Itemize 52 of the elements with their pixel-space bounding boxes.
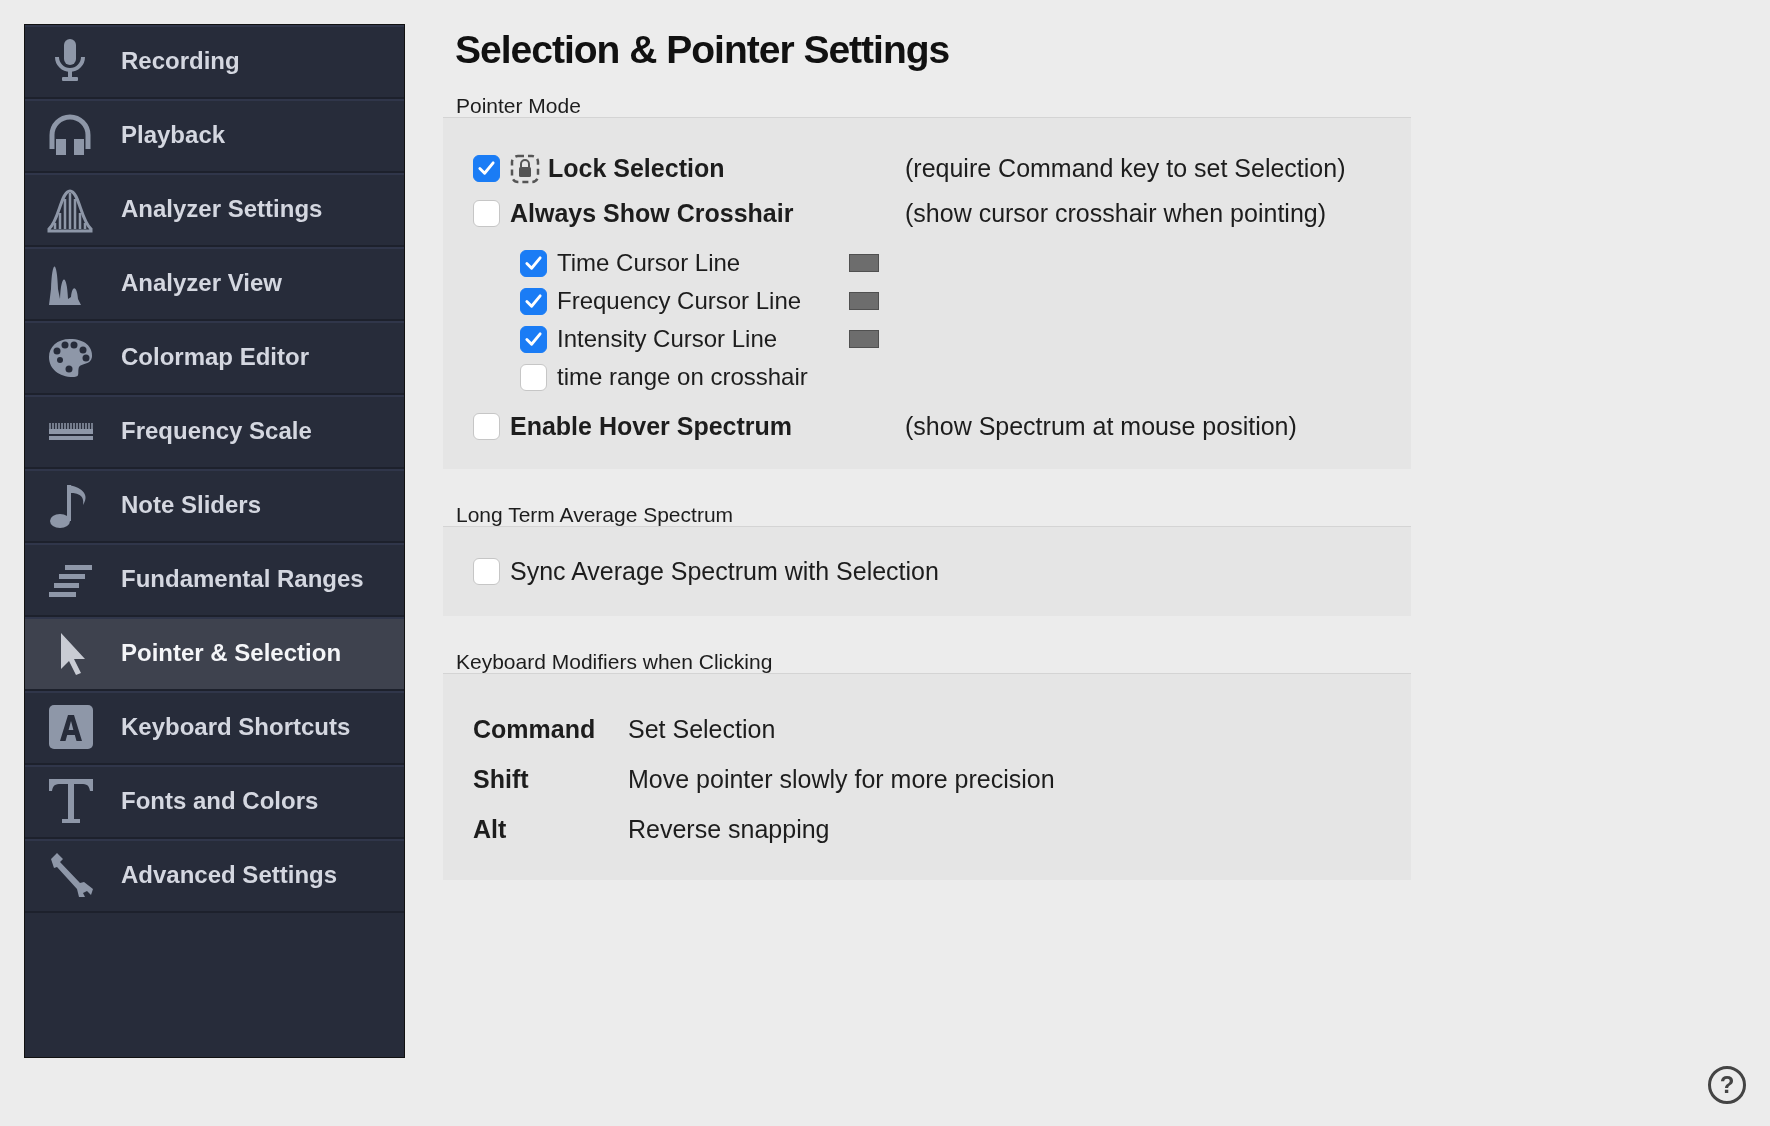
group-label: Keyboard Modifiers when Clicking [455, 650, 773, 674]
color-swatch[interactable] [849, 330, 879, 348]
option-description: (show Spectrum at mouse position) [905, 412, 1297, 441]
checkmark-icon [524, 291, 543, 311]
checkmark-icon [524, 329, 543, 349]
checkbox[interactable] [473, 155, 500, 182]
option-description: (show cursor crosshair when pointing) [905, 199, 1326, 228]
sidebar-item[interactable]: Recording [25, 25, 404, 99]
sidebar-item[interactable]: Keyboard Shortcuts [25, 691, 404, 765]
color-swatch[interactable] [849, 292, 879, 310]
checkmark-icon [524, 253, 543, 273]
modifier-key: Shift [473, 764, 628, 794]
modifier-key: Command [473, 714, 628, 744]
sidebar-item[interactable]: Analyzer Settings [25, 173, 404, 247]
group-label: Long Term Average Spectrum [455, 503, 734, 527]
option-description: (require Command key to set Selection) [905, 154, 1346, 183]
sidebar-item[interactable]: Fonts and Colors [25, 765, 404, 839]
modifier-key: Alt [473, 814, 628, 844]
checkbox[interactable] [473, 200, 500, 227]
checkbox[interactable] [473, 558, 500, 585]
option-label: Frequency Cursor Line [557, 287, 803, 315]
color-swatch[interactable] [849, 254, 879, 272]
sidebar-item[interactable]: Colormap Editor [25, 321, 404, 395]
sidebar-item[interactable]: Analyzer View [25, 247, 404, 321]
option-label: time range on crosshair [557, 363, 809, 391]
option-label: Lock Selection [548, 154, 725, 183]
option-label: Sync Average Spectrum with Selection [510, 557, 939, 586]
option-label: Intensity Cursor Line [557, 325, 779, 353]
option-label: Time Cursor Line [557, 249, 742, 277]
checkbox[interactable] [520, 249, 547, 277]
option-label: Enable Hover Spectrum [510, 412, 793, 441]
ruler-icon [47, 421, 95, 441]
page-title: Selection & Pointer Settings [455, 28, 951, 72]
checkbox[interactable] [520, 325, 547, 353]
modifier-action: Move pointer slowly for more precision [628, 764, 1055, 794]
serif-t-icon [47, 777, 95, 825]
checkbox[interactable] [520, 363, 547, 391]
help-button[interactable]: ? [1708, 1066, 1746, 1104]
sidebar-item[interactable]: Pointer & Selection [25, 617, 404, 691]
sidebar-item[interactable]: Advanced Settings [25, 839, 404, 913]
sidebar-item[interactable]: Note Sliders [25, 469, 404, 543]
modifier-action: Reverse snapping [628, 814, 830, 844]
option-label: Always Show Crosshair [510, 199, 794, 228]
modifier-action: Set Selection [628, 714, 776, 744]
checkbox[interactable] [520, 287, 547, 315]
letter-key-icon [47, 703, 95, 751]
checkbox[interactable] [473, 413, 500, 440]
group-label: Pointer Mode [455, 94, 581, 118]
sidebar-item[interactable]: Frequency Scale [25, 395, 404, 469]
sidebar-item[interactable]: Playback [25, 99, 404, 173]
lock-icon [510, 153, 540, 184]
checkmark-icon [477, 159, 496, 178]
